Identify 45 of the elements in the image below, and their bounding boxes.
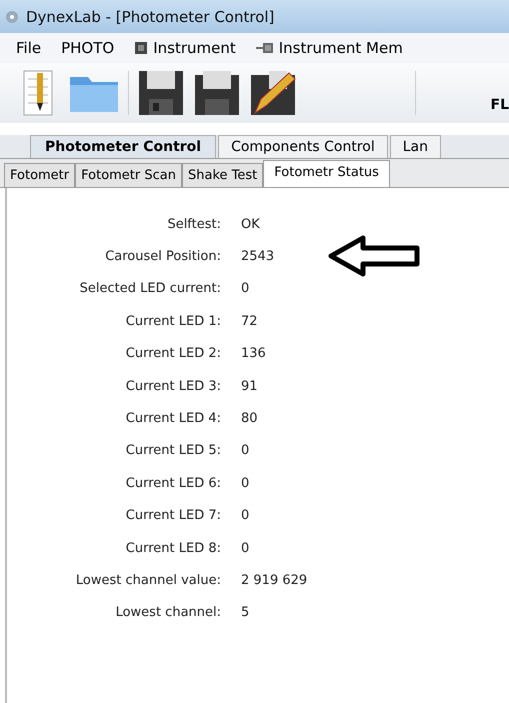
menu-item[interactable]: Instrument — [126, 37, 244, 59]
field-value: 5 — [241, 605, 250, 620]
edit-save-icon[interactable] — [249, 69, 297, 117]
field-label: Carousel Position: — [104, 249, 221, 264]
tab[interactable]: Lan — [390, 135, 441, 158]
field-label: Current LED 3: — [124, 378, 221, 394]
field-label: Selftest: — [166, 216, 221, 232]
tab[interactable]: Shake Test — [182, 163, 264, 187]
save-icon[interactable] — [137, 69, 185, 117]
field-value: 136 — [241, 346, 267, 362]
menu-item[interactable]: Instrument Mem — [248, 37, 411, 59]
field-value: 0 — [241, 476, 250, 491]
field-value: 0 — [241, 281, 250, 296]
field-value: 2 919 629 — [241, 572, 308, 588]
field-value: 80 — [241, 411, 259, 426]
tab[interactable]: Fotometr Scan — [75, 163, 182, 187]
field-label: Lowest channel: — [114, 605, 221, 620]
field-value: 91 — [241, 378, 259, 394]
menu-item[interactable]: File — [8, 37, 50, 59]
field-label: Current LED 7: — [124, 508, 221, 524]
plug-icon — [256, 42, 274, 54]
field-label: Current LED 8: — [124, 540, 221, 556]
window-title: DynexLab - [Photometer Control] — [26, 8, 274, 26]
field-value: 0 — [241, 443, 250, 458]
chip-icon — [134, 41, 148, 55]
field-value: 2543 — [241, 249, 276, 264]
save-as-icon[interactable] — [193, 69, 241, 117]
tab[interactable]: Fotometr Status — [263, 160, 390, 187]
field-label: Lowest channel value: — [74, 572, 221, 588]
field-label: Current LED 4: — [124, 411, 221, 426]
tab[interactable]: Photometer Control — [30, 135, 216, 158]
field-label: Current LED 2: — [124, 346, 221, 362]
field-label: Current LED 5: — [124, 443, 221, 458]
field-label: Selected LED current: — [78, 281, 221, 296]
field-value: 72 — [241, 314, 259, 329]
field-value: 0 — [241, 508, 250, 524]
field-label: Current LED 1: — [124, 314, 221, 329]
field-value: OK — [241, 216, 261, 232]
menu-item[interactable]: PHOTO — [53, 37, 122, 59]
tab[interactable]: Fotometr — [4, 163, 76, 187]
app-icon — [4, 8, 20, 24]
field-value: 0 — [241, 540, 250, 556]
field-label: Current LED 6: — [124, 476, 221, 491]
tab[interactable]: Components Control — [218, 135, 388, 158]
toolbar-label: FL — [490, 97, 509, 113]
